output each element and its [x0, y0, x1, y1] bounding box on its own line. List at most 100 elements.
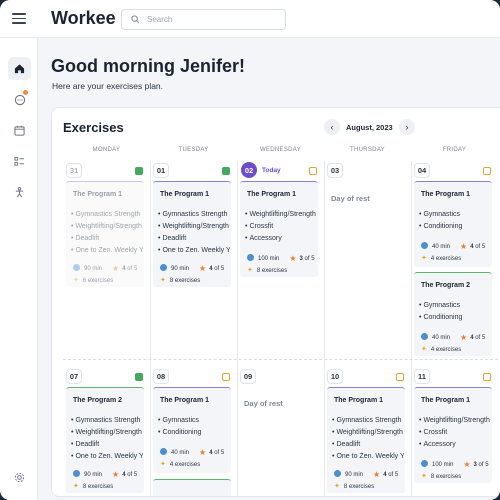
exercise-item: Gymnastics [419, 209, 491, 221]
program-card[interactable]: The Program 1 Gymnastics Strength Weight… [327, 387, 405, 493]
exercises-title: Exercises [63, 120, 124, 135]
sidebar-item-exercises[interactable] [8, 181, 31, 204]
rating-scale: of 5 [304, 256, 315, 262]
star-icon: ★ [460, 333, 468, 342]
star-icon: ★ [112, 470, 120, 479]
date-cell[interactable]: 08 [153, 369, 169, 384]
exercise-item: Conditioning [158, 427, 230, 439]
exercise-icon: ✦ [160, 277, 166, 284]
count-label: 8 exercises [430, 474, 462, 480]
exercise-count: ✦ 4 exercises [421, 254, 461, 262]
program-card[interactable]: The Program 1 Gymnastics Strength Weight… [66, 181, 144, 287]
exercise-icon: ✦ [247, 267, 253, 274]
program-card[interactable]: The Program 1 Gymnastics Conditioning 40… [153, 387, 231, 473]
exercise-item: Gymnastics Strength [332, 415, 404, 427]
exercise-icon: ✦ [421, 473, 427, 480]
program-title: The Program 1 [160, 191, 210, 198]
weekday-label: FRIDAY [442, 147, 467, 153]
exercise-item: Deadlift [71, 233, 143, 245]
search-input[interactable]: Search [121, 9, 286, 30]
menu-icon[interactable] [12, 13, 26, 24]
next-month-button[interactable]: › [399, 119, 415, 135]
sidebar [0, 38, 38, 500]
month-label: August, 2023 [346, 123, 393, 132]
completed-icon [135, 167, 143, 175]
planned-icon [483, 167, 491, 175]
calendar-icon [14, 125, 25, 136]
planned-icon [483, 373, 491, 381]
exercise-item: Weightlifting/Strength [71, 427, 143, 439]
date-cell[interactable]: 03 [327, 163, 343, 178]
date-cell-today[interactable]: 02 [241, 162, 257, 178]
date-cell[interactable]: 07 [66, 369, 82, 384]
exercise-list: Gymnastics Strength Weightlifting/Streng… [332, 415, 404, 463]
app-logo: Workee [51, 8, 116, 28]
sidebar-item-messages[interactable] [8, 88, 31, 111]
exercise-item: Accessory [419, 439, 491, 451]
program-card[interactable]: The Program 2 Gymnastics Strength Weight… [66, 387, 144, 493]
card-stats: 100 min ★ 3 of 5 [247, 254, 315, 263]
program-card[interactable]: The Program 1 Gymnastics Strength Weight… [153, 181, 231, 287]
exercise-list: Weightlifting/Strength Crossfit Accessor… [245, 209, 317, 245]
sidebar-item-tasks[interactable] [8, 150, 31, 173]
star-icon: ★ [460, 242, 468, 251]
exercise-list: Gymnastics Conditioning [158, 415, 230, 439]
date-cell[interactable]: 31 [66, 163, 82, 178]
star-icon: ★ [463, 460, 471, 469]
card-stats: 40 min ★ 4 of 5 [160, 448, 224, 457]
chevron-right-icon: › [405, 122, 409, 132]
planned-icon [396, 373, 404, 381]
exercise-item: Deadlift [71, 439, 143, 451]
app-window: Workee Search Good morning Jenifer! Here… [0, 0, 500, 500]
calendar-grid: 31 The Program 1 Gymnastics Strength Wei… [63, 161, 500, 496]
exercise-item: Crossfit [419, 427, 491, 439]
notification-badge [23, 90, 28, 95]
sidebar-item-settings[interactable] [8, 466, 31, 489]
search-placeholder: Search [147, 15, 173, 24]
sidebar-item-home[interactable] [8, 57, 31, 80]
rating: 3 [299, 256, 303, 262]
completed-icon [135, 373, 143, 381]
count-label: 8 exercises [82, 484, 114, 490]
count-label: 4 exercises [430, 347, 462, 353]
rating: 4 [470, 335, 474, 341]
clock-icon [421, 242, 428, 249]
exercise-item: One to Zen. Weekly Yoga [71, 245, 143, 257]
today-label: Today [262, 167, 281, 174]
program-card[interactable]: The Program 1 Gymnastics Conditioning 40… [414, 181, 492, 267]
prev-month-button[interactable]: ‹ [324, 119, 340, 135]
program-title: The Program 1 [73, 191, 123, 198]
duration: 40 min [171, 450, 190, 456]
date-cell[interactable]: 10 [327, 369, 343, 384]
completed-icon [222, 167, 230, 175]
program-card[interactable]: The Program 2 Gymnastics Conditioning 40… [414, 272, 492, 356]
program-title: The Program 2 [73, 397, 123, 404]
exercise-list: Gymnastics Strength Weightlifting/Streng… [71, 209, 143, 257]
program-card[interactable]: The Program 1 Weightlifting/Strength Cro… [240, 181, 318, 277]
exercise-count: ✦ 8 exercises [334, 482, 374, 490]
exercise-list: Gymnastics Conditioning [419, 209, 491, 233]
program-title: The Program 1 [334, 397, 384, 404]
column-divider [237, 161, 238, 496]
program-card[interactable] [153, 479, 231, 496]
rating-scale: of 5 [388, 472, 399, 478]
exercise-item: Weightlifting/Strength [245, 209, 317, 221]
top-bar: Workee Search [0, 0, 500, 38]
sidebar-item-calendar[interactable] [8, 119, 31, 142]
date-cell[interactable]: 01 [153, 163, 169, 178]
exercise-icon [15, 187, 24, 198]
duration: 90 min [171, 266, 190, 272]
program-card[interactable]: The Program 1 Weightlifting/Strength Cro… [414, 387, 492, 483]
exercise-list: Gymnastics Conditioning [419, 300, 491, 324]
date-cell[interactable]: 04 [414, 163, 430, 178]
date-cell[interactable]: 11 [414, 369, 430, 384]
date-cell[interactable]: 09 [240, 369, 256, 384]
duration: 40 min [432, 335, 451, 341]
star-icon: ★ [112, 264, 120, 273]
rating-scale: of 5 [127, 472, 138, 478]
exercise-list: Weightlifting/Strength Crossfit Accessor… [419, 415, 491, 451]
card-stats: 90 min ★ 4 of 5 [160, 264, 224, 273]
weekday-label: THURSDAY [350, 147, 385, 153]
program-title: The Program 2 [421, 282, 471, 289]
clock-icon [421, 333, 428, 340]
